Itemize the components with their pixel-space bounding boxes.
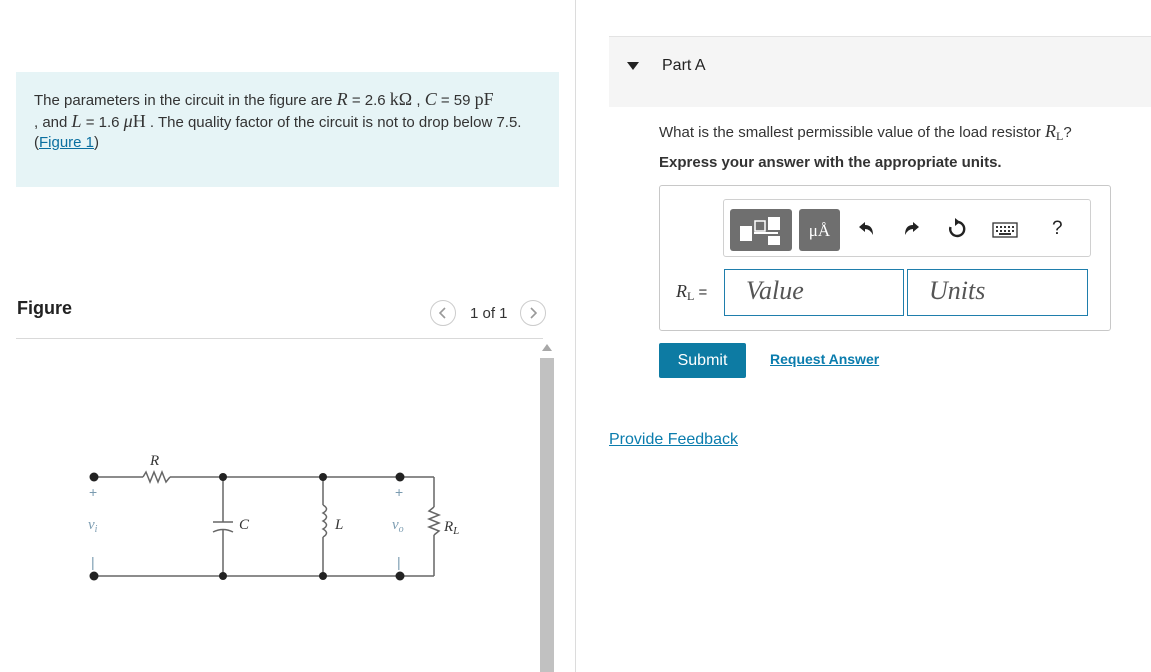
templates-button[interactable] xyxy=(730,209,792,251)
label-L: L xyxy=(334,517,343,533)
keyboard-icon[interactable] xyxy=(992,222,1018,238)
c-value: = 59 xyxy=(436,92,475,109)
label-R: R xyxy=(149,453,159,469)
rl-symbol: R xyxy=(676,281,687,301)
question-suffix: ? xyxy=(1063,124,1072,141)
chevron-left-icon xyxy=(439,307,446,319)
label-vo: vo xyxy=(392,517,404,535)
page-indicator: 1 of 1 xyxy=(470,304,508,322)
reset-icon[interactable] xyxy=(946,218,968,240)
prev-figure-button[interactable] xyxy=(430,300,456,326)
paren-close: ) xyxy=(94,134,100,151)
vi-minus: | xyxy=(91,554,95,570)
units-input[interactable]: Units xyxy=(907,269,1088,316)
figure-title: Figure xyxy=(17,298,73,318)
rl-label: RL = xyxy=(676,281,708,303)
chevron-right-icon xyxy=(529,307,537,319)
circuit-diagram: R C L RL vi vo + | + | xyxy=(88,453,459,581)
problem-text: The parameters in the circuit in the fig… xyxy=(34,92,337,109)
vo-minus: | xyxy=(397,554,401,570)
answer-box: μÅ ? RL = Value Units xyxy=(659,185,1111,331)
rl-equals: = xyxy=(694,284,708,301)
redo-icon[interactable] xyxy=(902,220,922,238)
scroll-up-arrow-icon[interactable] xyxy=(542,344,552,351)
l-unit: H xyxy=(132,111,146,131)
vi-plus: + xyxy=(89,484,97,500)
rl-subscript: L xyxy=(687,289,695,303)
templates-icon xyxy=(740,217,780,245)
c-symbol: C xyxy=(424,89,437,109)
question-subscript: L xyxy=(1056,129,1064,143)
request-answer-link[interactable]: Request Answer xyxy=(770,351,879,367)
math-toolbar: μÅ ? xyxy=(723,199,1091,257)
label-C: C xyxy=(239,517,250,533)
l-mu: μ xyxy=(123,111,133,131)
l-symbol: L xyxy=(71,111,82,131)
part-a-label: Part A xyxy=(662,57,706,74)
part-a-header[interactable]: Part A xyxy=(609,37,1151,107)
question-symbol: R xyxy=(1045,121,1056,141)
question-prefix: What is the smallest permissible value o… xyxy=(659,124,1045,141)
l-value: = 1.6 xyxy=(81,114,124,131)
figure-scrollbar[interactable] xyxy=(539,344,555,672)
scroll-thumb[interactable] xyxy=(540,358,554,672)
units-button[interactable]: μÅ xyxy=(799,209,840,251)
instruction-text: Express your answer with the appropriate… xyxy=(659,154,1002,171)
c-unit: pF xyxy=(474,89,494,109)
label-RL: RL xyxy=(443,519,459,537)
problem-text-2: , and xyxy=(34,114,72,131)
provide-feedback-link[interactable]: Provide Feedback xyxy=(609,431,738,449)
r-value: = 2.6 xyxy=(347,92,390,109)
value-input[interactable]: Value xyxy=(724,269,904,316)
panel-divider xyxy=(575,0,576,672)
label-vi: vi xyxy=(88,517,98,535)
submit-button[interactable]: Submit xyxy=(659,343,746,378)
problem-text-3: . The quality factor of the circuit is n… xyxy=(145,114,522,131)
undo-icon[interactable] xyxy=(856,220,876,238)
figure-pager: 1 of 1 xyxy=(430,299,546,327)
r-unit: kΩ xyxy=(389,89,413,109)
figure-divider xyxy=(16,338,543,339)
collapse-caret-icon[interactable] xyxy=(627,62,639,70)
question-text: What is the smallest permissible value o… xyxy=(659,121,1072,143)
figure-link[interactable]: Figure 1 xyxy=(39,134,94,151)
next-figure-button[interactable] xyxy=(519,300,546,326)
vo-plus: + xyxy=(395,484,403,500)
separator: , xyxy=(412,92,425,109)
problem-statement: The parameters in the circuit in the fig… xyxy=(16,72,559,187)
r-symbol: R xyxy=(336,89,348,109)
help-icon[interactable]: ? xyxy=(1052,219,1063,239)
